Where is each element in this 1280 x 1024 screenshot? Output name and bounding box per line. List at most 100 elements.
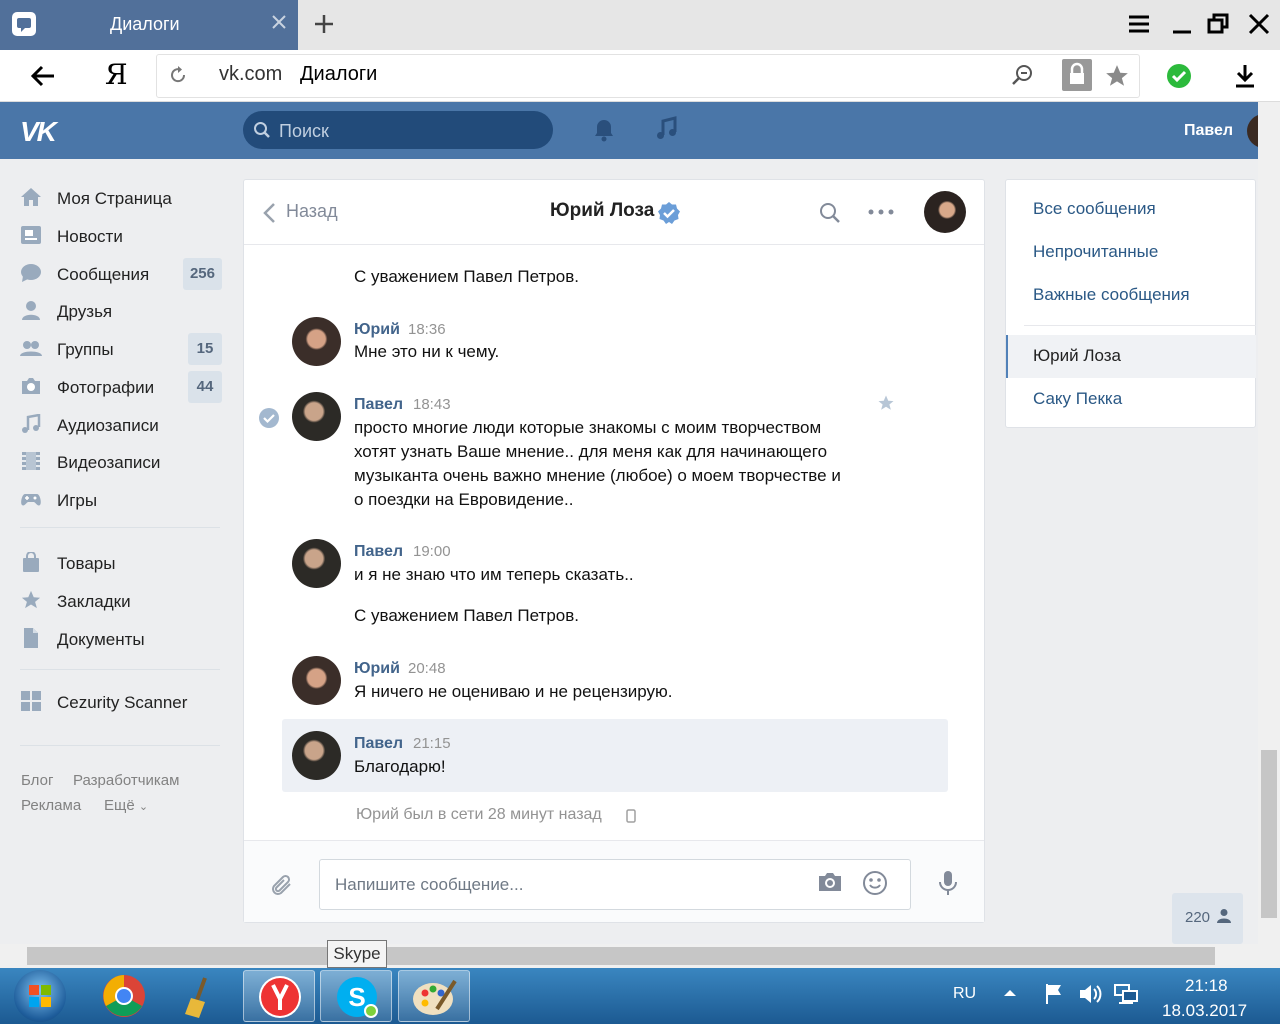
emoji-smile-icon[interactable]: [862, 870, 888, 896]
yandex-logo[interactable]: Я: [105, 58, 128, 91]
nav-divider: [20, 745, 220, 746]
conversation-saku-pekka[interactable]: Саку Пекка: [1033, 389, 1122, 409]
cleaner-broom-taskbar-icon[interactable]: [165, 970, 237, 1022]
paperclip-icon[interactable]: [270, 873, 294, 897]
filter-all-messages[interactable]: Все сообщения: [1033, 199, 1156, 219]
filter-important[interactable]: Важные сообщения: [1033, 285, 1190, 305]
volume-icon[interactable]: [1077, 982, 1105, 1006]
close-tab-icon[interactable]: [270, 13, 288, 31]
yandex-browser-taskbar-icon[interactable]: [243, 970, 315, 1022]
nav-item-friends[interactable]: Друзья: [18, 294, 222, 326]
language-indicator[interactable]: RU: [953, 985, 976, 1003]
message-time[interactable]: 21:15: [413, 735, 451, 752]
start-button[interactable]: [14, 970, 66, 1022]
selected-check-icon[interactable]: [258, 407, 280, 429]
footer-link-developers[interactable]: Разработчикам: [73, 772, 179, 789]
nav-item-bookmarks[interactable]: Закладки: [18, 584, 222, 616]
new-tab-icon[interactable]: [312, 12, 336, 36]
message-text: Мне это ни к чему.: [354, 342, 500, 361]
search-icon[interactable]: [819, 202, 841, 224]
protect-check-icon[interactable]: [1166, 63, 1192, 89]
menu-icon[interactable]: [1127, 12, 1151, 36]
message-text-line: просто многие люди которые знакомы с мои…: [354, 418, 822, 437]
paint-taskbar-icon[interactable]: [398, 970, 470, 1022]
nav-item-my-page[interactable]: Моя Страница: [18, 181, 222, 213]
network-icon[interactable]: [1113, 982, 1139, 1006]
nav-item-documents[interactable]: Документы: [18, 622, 222, 654]
restore-icon[interactable]: [1206, 12, 1230, 36]
clock-date[interactable]: 18.03.2017: [1162, 1001, 1247, 1021]
conversation-yuri-loza[interactable]: Юрий Лоза: [1033, 346, 1121, 366]
browser-tab[interactable]: Диалоги: [0, 0, 298, 50]
notifications-bell-icon[interactable]: [592, 117, 616, 143]
footer-link-more[interactable]: Ещё ⌄: [104, 797, 148, 814]
message-composer: Напишите сообщение...: [244, 840, 984, 922]
vertical-scrollbar[interactable]: [1258, 102, 1280, 944]
filter-unread[interactable]: Непрочитанные: [1033, 242, 1158, 262]
show-hidden-icons-icon[interactable]: [1000, 982, 1020, 1002]
music-player-icon[interactable]: [655, 116, 679, 142]
bookmark-star-icon[interactable]: [1104, 63, 1130, 89]
nav-item-games[interactable]: Игры: [18, 483, 222, 515]
avatar[interactable]: [292, 539, 341, 588]
interlocutor-avatar[interactable]: [924, 191, 966, 233]
message-time[interactable]: 18:43: [413, 396, 451, 413]
back-button[interactable]: Назад: [286, 201, 338, 222]
avatar[interactable]: [292, 731, 341, 780]
back-arrow-icon[interactable]: [30, 64, 56, 88]
footer-link-blog[interactable]: Блог: [21, 772, 53, 789]
camera-icon[interactable]: [817, 871, 843, 893]
message-time[interactable]: 19:00: [413, 543, 451, 560]
home-icon: [20, 187, 42, 207]
search-input[interactable]: Поиск: [243, 111, 553, 149]
download-icon[interactable]: [1232, 62, 1258, 90]
avatar[interactable]: [292, 392, 341, 441]
avatar[interactable]: [292, 656, 341, 705]
reload-icon[interactable]: [168, 64, 188, 86]
message-author[interactable]: Павел: [354, 543, 403, 561]
message-author[interactable]: Павел: [354, 396, 403, 414]
nav-label: Видеозаписи: [57, 453, 161, 472]
nav-item-messages[interactable]: Сообщения 256: [18, 257, 222, 290]
url-domain[interactable]: vk.com: [219, 63, 282, 86]
online-friends-button[interactable]: 220: [1172, 893, 1243, 944]
action-center-flag-icon[interactable]: [1042, 982, 1066, 1006]
chrome-taskbar-icon[interactable]: [88, 970, 160, 1022]
nav-item-audio[interactable]: Аудиозаписи: [18, 408, 222, 440]
skype-taskbar-icon[interactable]: S: [320, 970, 392, 1022]
scrollbar-thumb[interactable]: [1261, 750, 1277, 918]
more-options-icon[interactable]: [868, 204, 894, 220]
dialog-title[interactable]: Юрий Лоза: [550, 200, 654, 222]
minimize-icon[interactable]: [1170, 12, 1194, 36]
message-text: Благодарю!: [354, 757, 446, 776]
nav-item-cezurity-scanner[interactable]: Cezurity Scanner: [18, 685, 222, 717]
nav-item-video[interactable]: Видеозаписи: [18, 445, 222, 477]
chevron-left-icon[interactable]: [262, 202, 276, 224]
microphone-icon[interactable]: [937, 869, 959, 897]
page-search-icon[interactable]: [1010, 63, 1034, 87]
nav-item-groups[interactable]: Группы 15: [18, 332, 222, 365]
important-star-icon[interactable]: [877, 394, 895, 412]
nav-item-photos[interactable]: Фотографии 44: [18, 370, 222, 403]
nav-label: Сообщения: [57, 265, 150, 284]
clock-time[interactable]: 21:18: [1185, 976, 1228, 996]
vk-logo[interactable]: VK: [20, 116, 57, 148]
svg-text:S: S: [348, 982, 365, 1012]
lock-icon[interactable]: [1062, 59, 1092, 91]
nav-item-news[interactable]: Новости: [18, 219, 222, 251]
nav-item-market[interactable]: Товары: [18, 546, 222, 578]
close-window-icon[interactable]: [1247, 12, 1271, 36]
url-page-title[interactable]: Диалоги: [300, 63, 377, 86]
header-username[interactable]: Павел: [1184, 122, 1233, 140]
message-author[interactable]: Юрий: [354, 321, 400, 339]
horizontal-scrollbar[interactable]: [0, 944, 1280, 968]
message-time[interactable]: 20:48: [408, 660, 446, 677]
scrollbar-thumb[interactable]: [27, 947, 1215, 965]
message-author[interactable]: Юрий: [354, 660, 400, 678]
message-author[interactable]: Павел: [354, 735, 403, 753]
messages-count-badge: 256: [182, 258, 222, 290]
avatar[interactable]: [292, 317, 341, 366]
message-time[interactable]: 18:36: [408, 321, 446, 338]
nav-label: Новости: [57, 227, 123, 246]
footer-link-ads[interactable]: Реклама: [21, 797, 81, 814]
